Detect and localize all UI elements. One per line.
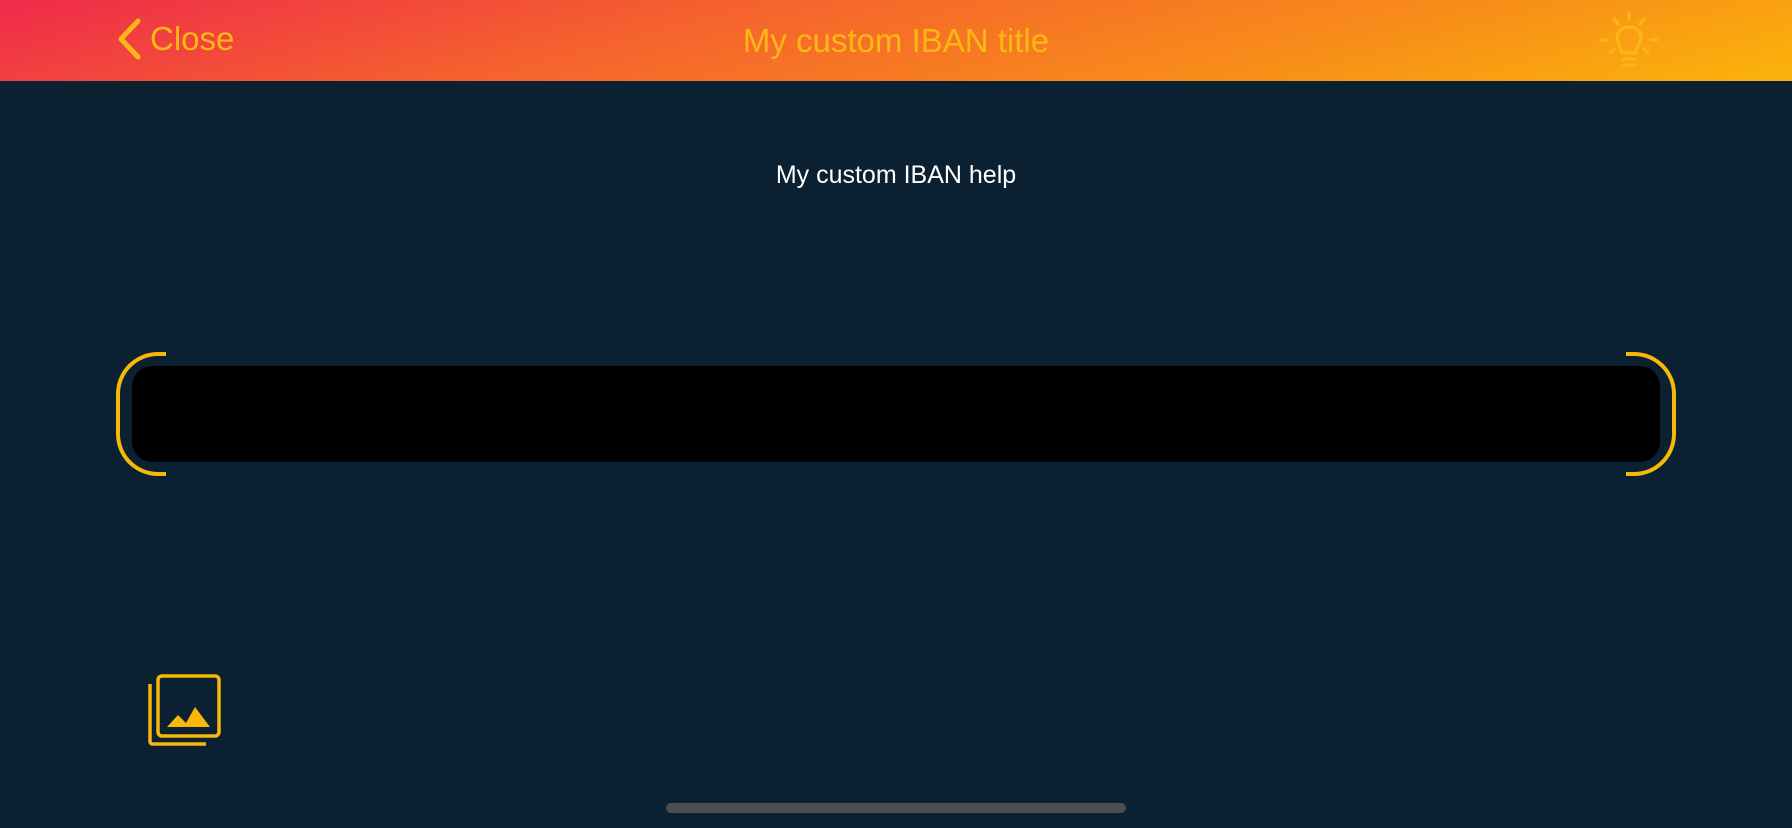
home-indicator[interactable] bbox=[666, 803, 1126, 813]
page-title: My custom IBAN title bbox=[742, 22, 1050, 59]
help-text: My custom IBAN help bbox=[775, 161, 1017, 189]
camera-scan-area bbox=[132, 366, 1660, 462]
frame-bracket-left bbox=[116, 352, 166, 476]
gallery-button[interactable] bbox=[146, 672, 222, 748]
frame-bracket-right bbox=[1626, 352, 1676, 476]
flashlight-toggle-button[interactable] bbox=[1596, 8, 1662, 70]
navigation-bar: Close My custom IBAN title bbox=[0, 0, 1792, 81]
scan-frame bbox=[116, 350, 1676, 478]
photo-gallery-icon bbox=[146, 674, 222, 752]
lightbulb-icon bbox=[1596, 11, 1662, 74]
